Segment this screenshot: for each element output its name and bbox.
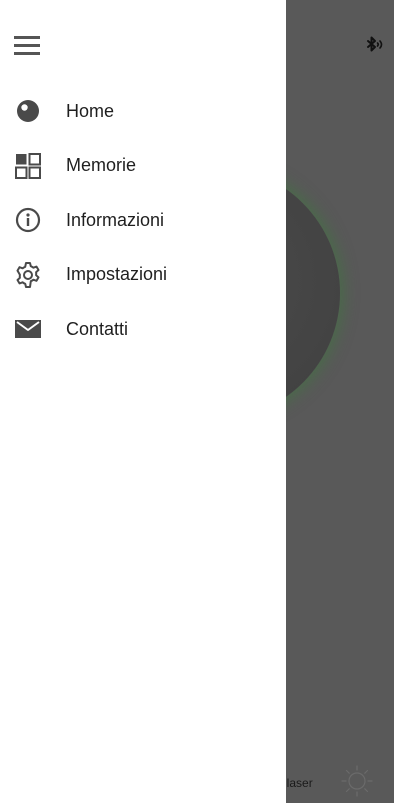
drawer-item-label: Informazioni bbox=[66, 209, 165, 230]
drawer-item-contatti[interactable]: Contatti bbox=[0, 302, 286, 357]
drawer-item-label: Contatti bbox=[66, 318, 129, 339]
drawer-item-label: Impostazioni bbox=[66, 264, 168, 285]
drawer-item-memorie[interactable]: Memorie bbox=[0, 139, 286, 194]
info-icon bbox=[14, 206, 42, 234]
mail-icon bbox=[14, 315, 42, 343]
menu-bar bbox=[14, 36, 40, 39]
menu-bar bbox=[14, 44, 40, 47]
drawer-item-impostazioni[interactable]: Impostazioni bbox=[0, 248, 286, 303]
gear-icon bbox=[14, 261, 42, 289]
navigation-drawer: Home Memorie Informazioni Impostazioni C… bbox=[0, 0, 286, 803]
drawer-item-home[interactable]: Home bbox=[0, 84, 286, 139]
drawer-item-informazioni[interactable]: Informazioni bbox=[0, 193, 286, 248]
drawer-item-label: Memorie bbox=[66, 155, 137, 176]
hamburger-menu-icon[interactable] bbox=[14, 32, 42, 58]
app-root: ne laser Home Memorie Informazioni Impos… bbox=[0, 0, 394, 803]
home-circle-icon bbox=[14, 97, 42, 125]
bluetooth-audio-icon[interactable] bbox=[362, 34, 386, 58]
sun-icon[interactable] bbox=[340, 764, 374, 798]
drawer-item-label: Home bbox=[66, 100, 115, 121]
drawer-nav-list: Home Memorie Informazioni Impostazioni C… bbox=[0, 84, 286, 357]
memory-grid-icon bbox=[14, 152, 42, 180]
menu-bar bbox=[14, 52, 40, 55]
